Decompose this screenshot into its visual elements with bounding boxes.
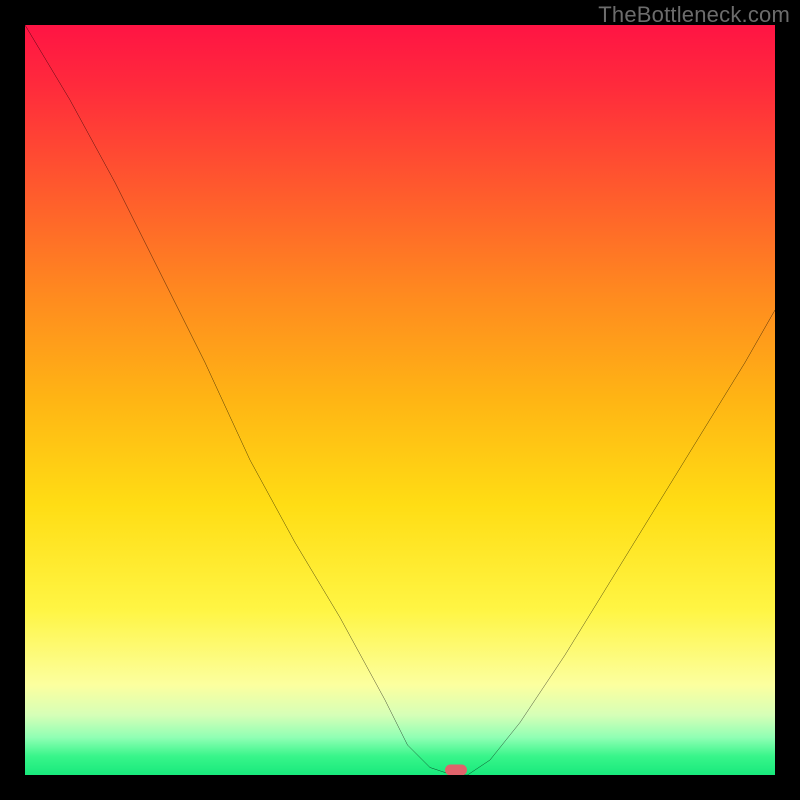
bottleneck-curve: [25, 25, 775, 775]
curve-path: [25, 25, 775, 775]
watermark-text: TheBottleneck.com: [598, 2, 790, 28]
plot-area: [25, 25, 775, 775]
chart-frame: TheBottleneck.com: [0, 0, 800, 800]
optimal-marker: [445, 765, 467, 776]
